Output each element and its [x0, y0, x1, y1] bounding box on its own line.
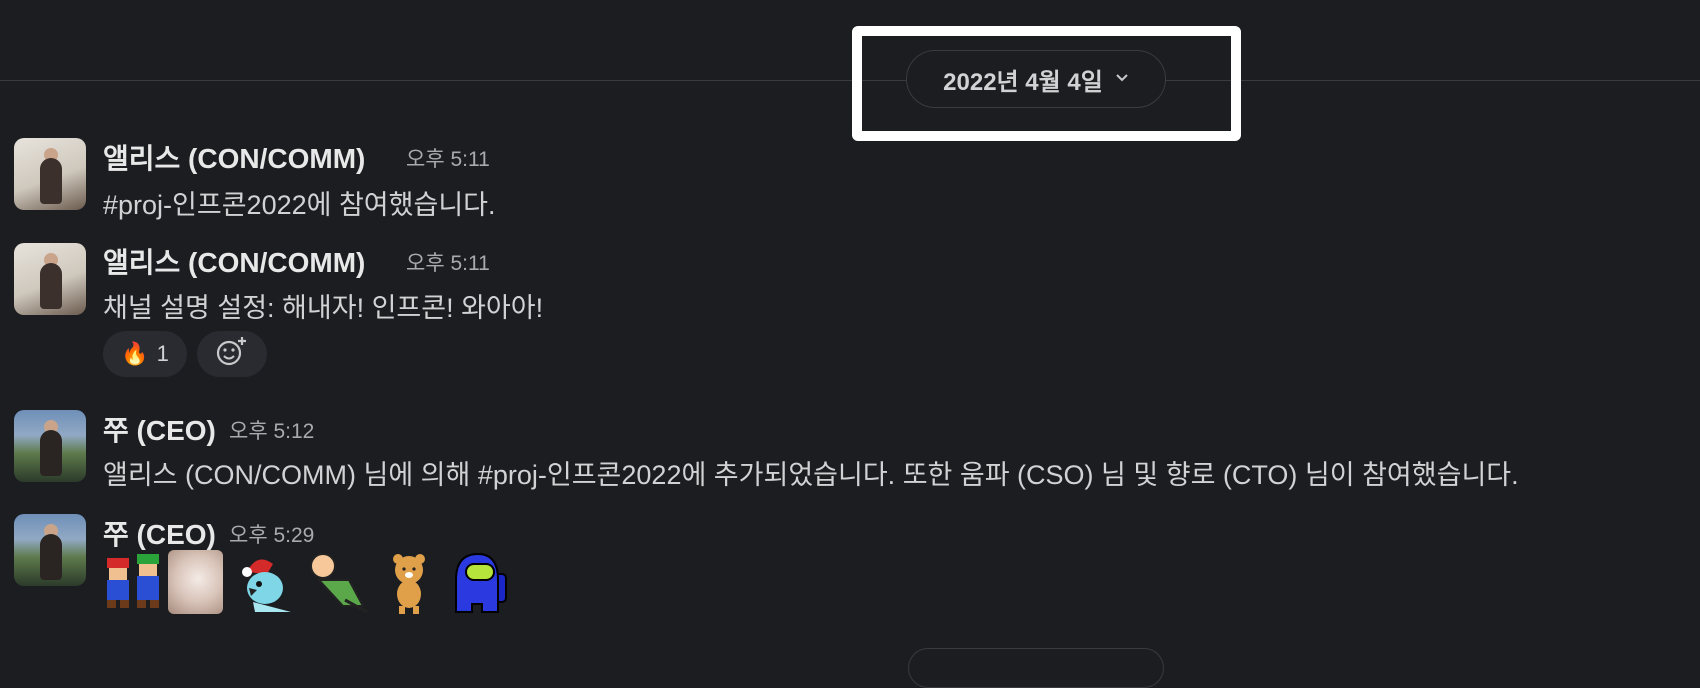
message-text: 앨리스 (CON/COMM) 님에 의해 #proj-인프콘2022에 추가되었… [103, 460, 1519, 490]
among-us-crewmate-emoji[interactable] [446, 550, 508, 614]
ryan-bear-emoji[interactable] [381, 550, 436, 614]
fire-icon: 🔥 [121, 341, 149, 366]
message-timestamp[interactable]: 오후 5:11 [406, 247, 490, 277]
message-author[interactable]: 쭈 (CEO) [103, 409, 216, 449]
date-divider-label: 2022년 4월 4일 [943, 68, 1103, 96]
bottom-date-divider[interactable] [908, 648, 1164, 688]
reaction-count: 1 [156, 341, 169, 366]
message-author[interactable]: 앨리스 (CON/COMM) [103, 137, 365, 177]
chilling-man-emoji[interactable] [305, 550, 371, 614]
date-divider-line [0, 80, 1700, 81]
message-text: 채널 설명 설정: 해내자! 인프콘! 와아아! [103, 293, 544, 323]
sticker-row [103, 550, 508, 614]
add-reaction-icon [215, 335, 249, 373]
avatar[interactable] [14, 138, 86, 210]
message-author[interactable]: 앨리스 (CON/COMM) [103, 241, 365, 281]
message-timestamp[interactable]: 오후 5:11 [406, 143, 490, 173]
date-divider-button[interactable]: 2022년 4월 4일 [906, 50, 1166, 108]
message-timestamp[interactable]: 오후 5:29 [229, 519, 314, 549]
avatar[interactable] [14, 410, 86, 482]
avatar[interactable] [14, 514, 86, 586]
fire-reaction-button[interactable]: 🔥 1 [103, 331, 187, 377]
mario-luigi-emoji[interactable] [103, 550, 159, 614]
blurry-cat-emoji[interactable] [168, 550, 223, 614]
santa-parrot-emoji[interactable] [233, 550, 295, 614]
avatar[interactable] [14, 243, 86, 315]
chevron-down-icon [1115, 70, 1129, 88]
message-timestamp[interactable]: 오후 5:12 [229, 415, 314, 445]
message-author[interactable]: 쭈 (CEO) [103, 513, 216, 553]
add-reaction-button[interactable] [197, 331, 267, 377]
message-text: #proj-인프콘2022에 참여했습니다. [103, 190, 496, 220]
